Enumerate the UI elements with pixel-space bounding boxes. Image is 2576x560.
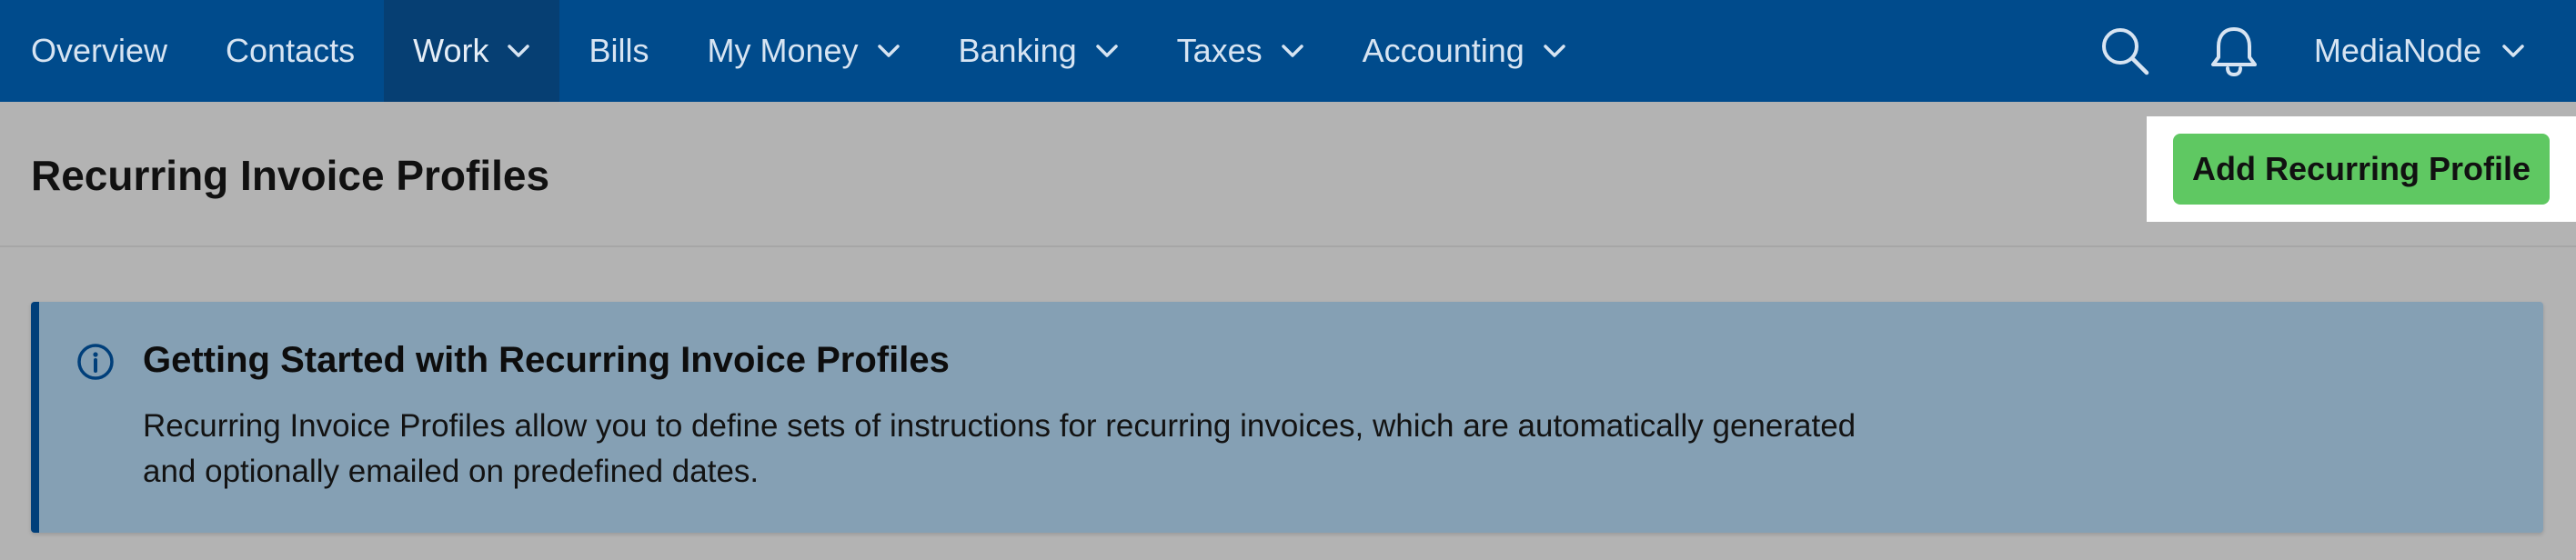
- nav-item-work[interactable]: Work: [384, 0, 560, 102]
- account-name: MediaNode: [2313, 32, 2481, 69]
- nav-item-label: Banking: [958, 32, 1077, 69]
- top-navigation: Overview Contacts Work Bills My Money Ba…: [0, 0, 2576, 102]
- chevron-down-icon: [877, 45, 900, 57]
- nav-item-label: Overview: [31, 32, 168, 69]
- bell-icon: [2210, 27, 2257, 77]
- page-title: Recurring Invoice Profiles: [31, 152, 550, 199]
- nav-item-label: Taxes: [1176, 32, 1263, 69]
- chevron-down-icon: [1281, 45, 1303, 57]
- nav-item-label: Work: [413, 32, 489, 69]
- info-title: Getting Started with Recurring Invoice P…: [143, 340, 950, 380]
- chevron-down-icon: [2502, 45, 2524, 57]
- page-header: Recurring Invoice Profiles Add Recurring…: [0, 102, 2576, 247]
- nav-item-overview[interactable]: Overview: [0, 0, 196, 102]
- search-button[interactable]: [2070, 0, 2179, 102]
- nav-item-label: My Money: [707, 32, 859, 69]
- chevron-down-icon: [1544, 45, 1565, 57]
- nav-right-controls: MediaNode: [2070, 0, 2576, 102]
- account-menu[interactable]: MediaNode: [2289, 0, 2576, 102]
- nav-item-label: Accounting: [1362, 32, 1524, 69]
- nav-item-bills[interactable]: Bills: [559, 0, 678, 102]
- nav-item-accounting[interactable]: Accounting: [1333, 0, 1595, 102]
- search-icon: [2101, 28, 2149, 75]
- chevron-down-icon: [508, 45, 530, 57]
- nav-item-label: Contacts: [226, 32, 356, 69]
- chevron-down-icon: [1095, 45, 1118, 57]
- add-recurring-profile-button[interactable]: Add Recurring Profile: [2173, 134, 2550, 205]
- nav-item-taxes[interactable]: Taxes: [1148, 0, 1333, 102]
- info-icon: [77, 344, 114, 380]
- nav-item-label: Bills: [589, 32, 649, 69]
- info-body: Recurring Invoice Profiles allow you to …: [143, 408, 1857, 489]
- nav-item-contacts[interactable]: Contacts: [196, 0, 384, 102]
- nav-item-banking[interactable]: Banking: [930, 0, 1148, 102]
- notifications-button[interactable]: [2179, 0, 2289, 102]
- nav-item-my-money[interactable]: My Money: [678, 0, 929, 102]
- info-banner: Getting Started with Recurring Invoice P…: [31, 302, 2543, 533]
- add-button-highlight: Add Recurring Profile: [2147, 116, 2576, 222]
